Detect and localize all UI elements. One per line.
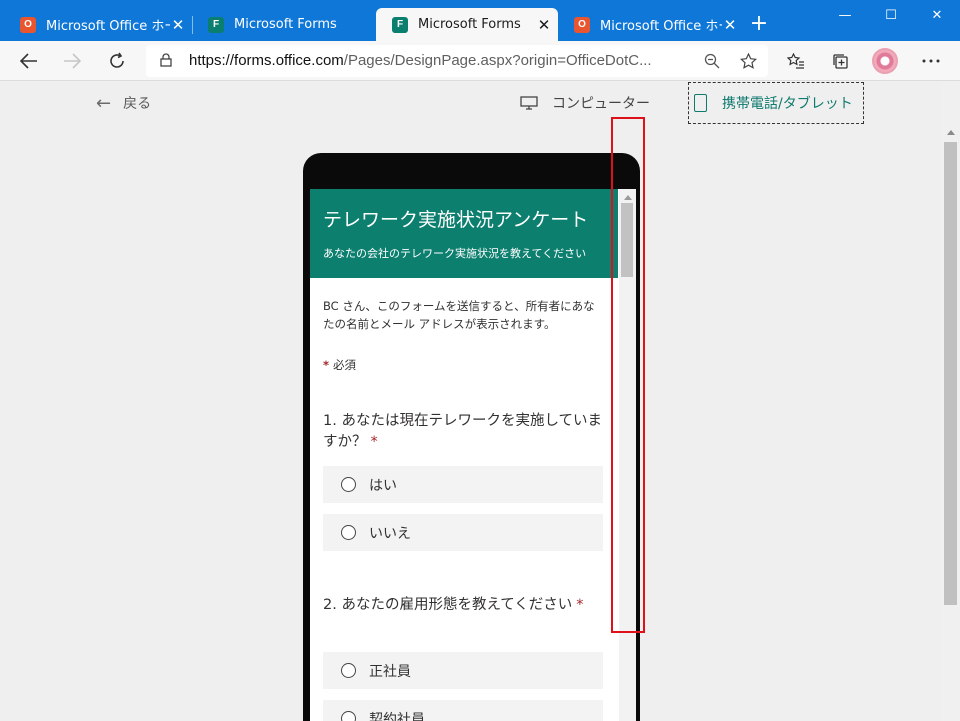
tab-title: Microsoft Office ホーム: [600, 19, 722, 34]
question-2-option-fulltime[interactable]: 正社員: [323, 652, 603, 689]
form-header: テレワーク実施状況アンケート あなたの会社のテレワーク実施状況を教えてください: [310, 189, 618, 278]
url-path: /Pages/DesignPage.aspx?origin=OfficeDotC…: [343, 52, 652, 69]
favorites-list-icon[interactable]: [782, 47, 810, 75]
close-window-button[interactable]: ✕: [914, 0, 960, 30]
phone-icon: [694, 94, 707, 112]
office-icon: O: [20, 16, 36, 33]
page-scrollbar[interactable]: [942, 82, 960, 721]
required-star: *: [323, 358, 330, 372]
favorite-star-icon[interactable]: [734, 47, 762, 75]
form-subtitle: あなたの会社のテレワーク実施状況を教えてください: [323, 247, 587, 260]
close-icon[interactable]: ✕: [722, 16, 738, 34]
minimize-button[interactable]: —: [822, 0, 868, 30]
required-note: * 必須: [323, 357, 356, 373]
address-bar[interactable]: https://forms.office.com/Pages/DesignPag…: [146, 45, 768, 77]
computer-view-label: コンピューター: [552, 96, 650, 112]
forms-icon: F: [392, 16, 408, 33]
form-title: テレワーク実施状況アンケート: [323, 209, 589, 231]
maximize-button[interactable]: ☐: [868, 0, 914, 30]
radio-button[interactable]: [341, 663, 356, 678]
required-label: 必須: [333, 358, 357, 372]
option-label: 正社員: [369, 663, 411, 680]
tab-office-home-2[interactable]: O Microsoft Office ホーム ✕: [558, 8, 744, 41]
question-1-option-yes[interactable]: はい: [323, 466, 603, 503]
close-icon[interactable]: ✕: [170, 16, 186, 34]
close-icon[interactable]: ✕: [536, 16, 552, 34]
radio-button[interactable]: [341, 711, 356, 721]
option-label: いいえ: [369, 525, 411, 542]
back-arrow-icon[interactable]: [15, 47, 43, 75]
tab-office-home-1[interactable]: O Microsoft Office ホーム ✕: [4, 8, 192, 41]
computer-view-button[interactable]: コンピューター: [520, 92, 650, 114]
scroll-up-arrow-icon[interactable]: [947, 130, 955, 135]
required-star: *: [576, 597, 584, 613]
option-label: はい: [369, 477, 397, 494]
navigation-bar: https://forms.office.com/Pages/DesignPag…: [0, 41, 960, 81]
url-domain: https://forms.office.com: [189, 52, 344, 69]
phone-preview-frame: テレワーク実施状況アンケート あなたの会社のテレワーク実施状況を教えてください …: [303, 153, 640, 721]
monitor-icon: [520, 96, 538, 110]
forms-icon: F: [208, 16, 224, 33]
scrollbar-highlight-box: [611, 117, 645, 633]
question-2-text: 2. あなたの雇用形態を教えてください: [323, 597, 573, 613]
url-text[interactable]: https://forms.office.com/Pages/DesignPag…: [189, 52, 689, 69]
new-tab-button[interactable]: +: [746, 10, 772, 38]
form-notice: BC さん、このフォームを送信すると、所有者にあなたの名前とメール アドレスが表…: [323, 299, 595, 331]
back-button[interactable]: ← 戻る: [96, 92, 151, 114]
back-label: 戻る: [123, 96, 152, 112]
page-scrollbar-thumb[interactable]: [944, 142, 957, 605]
mobile-view-label: 携帯電話/タブレット: [722, 96, 853, 112]
tab-forms-1[interactable]: F Microsoft Forms: [192, 8, 375, 41]
profile-avatar[interactable]: [872, 48, 898, 74]
tab-title: Microsoft Office ホーム: [46, 19, 170, 34]
question-1-text: 1. あなたは現在テレワークを実施していますか？: [323, 413, 603, 450]
tab-forms-active[interactable]: F Microsoft Forms ✕: [376, 8, 558, 41]
option-label: 契約社員: [369, 711, 425, 721]
question-2-option-contract[interactable]: 契約社員: [323, 700, 603, 721]
phone-screen: テレワーク実施状況アンケート あなたの会社のテレワーク実施状況を教えてください …: [310, 189, 636, 721]
forward-arrow-icon[interactable]: [58, 47, 86, 75]
back-arrow-icon: ←: [96, 92, 112, 114]
mobile-view-button[interactable]: 携帯電話/タブレット: [688, 82, 864, 124]
radio-button[interactable]: [341, 525, 356, 540]
lock-icon: [160, 53, 172, 67]
required-star: *: [370, 434, 378, 450]
tab-strip: O Microsoft Office ホーム ✕ F Microsoft For…: [0, 0, 960, 41]
question-1-option-no[interactable]: いいえ: [323, 514, 603, 551]
forms-preview-page: ← 戻る コンピューター 携帯電話/タブレット テレワーク実施状況アンケート あ…: [0, 82, 942, 721]
tab-title: Microsoft Forms: [418, 17, 521, 32]
more-menu-icon[interactable]: [917, 47, 945, 75]
zoom-icon[interactable]: [698, 47, 726, 75]
collections-icon[interactable]: [826, 47, 854, 75]
tab-title: Microsoft Forms: [234, 17, 337, 32]
refresh-icon[interactable]: [103, 47, 131, 75]
question-1-title: 1. あなたは現在テレワークを実施していますか？ *: [323, 411, 608, 453]
radio-button[interactable]: [341, 477, 356, 492]
office-icon: O: [574, 16, 590, 33]
question-2-title: 2. あなたの雇用形態を教えてください *: [323, 595, 608, 616]
